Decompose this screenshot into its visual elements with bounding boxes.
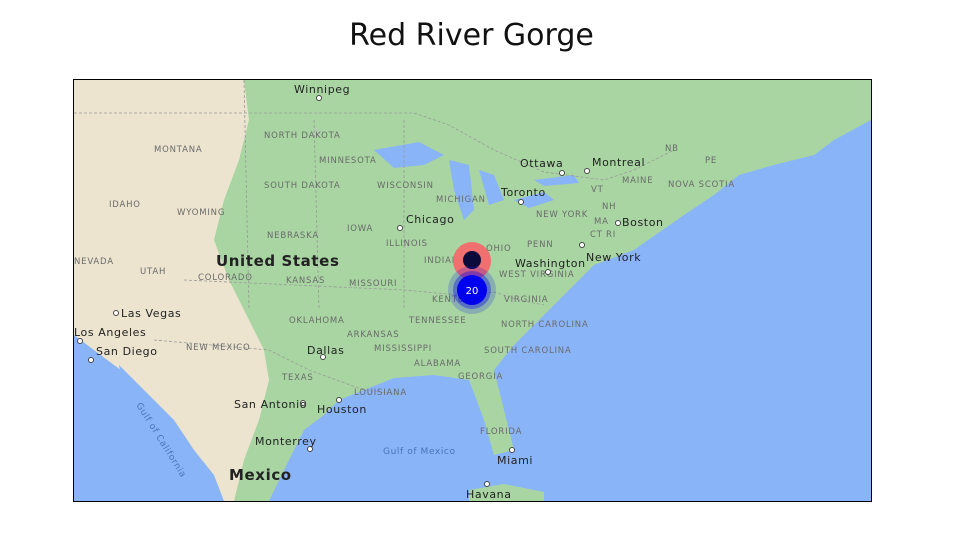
- state-label: RI: [606, 230, 616, 240]
- water-label-gulf-of-mexico: Gulf of Mexico: [383, 447, 456, 457]
- city-label: Winnipeg: [294, 83, 350, 96]
- state-label: NEVADA: [74, 257, 114, 267]
- state-label: WEST VIRGINIA: [499, 270, 574, 280]
- city-label: Los Angeles: [74, 326, 146, 339]
- city-label: Houston: [317, 403, 367, 416]
- state-label: SOUTH CAROLINA: [484, 346, 572, 356]
- state-label: MONTANA: [154, 145, 203, 155]
- state-label: VIRGINIA: [504, 295, 548, 305]
- state-label: MAINE: [622, 176, 653, 186]
- state-label: ILLINOIS: [386, 239, 428, 249]
- city-label: New York: [586, 251, 641, 264]
- cluster-marker[interactable]: 20: [448, 266, 496, 314]
- state-label: IDAHO: [109, 200, 141, 210]
- state-label: LOUISIANA: [354, 388, 407, 398]
- city-label: Havana: [466, 488, 512, 501]
- city-label: Las Vegas: [121, 307, 181, 320]
- state-label: VT: [591, 185, 604, 195]
- state-label: PENN: [527, 240, 553, 250]
- city-label: Montreal: [592, 156, 645, 169]
- state-label: NB: [665, 144, 679, 154]
- city-label: Boston: [622, 216, 664, 229]
- city-label: San Diego: [96, 345, 158, 358]
- country-label-us: United States: [216, 252, 339, 270]
- state-label: TEXAS: [281, 373, 314, 383]
- cluster-count: 20: [466, 286, 479, 297]
- city-label: San Antonio: [234, 398, 307, 411]
- state-label: MICHIGAN: [436, 195, 486, 205]
- state-label: UTAH: [140, 267, 166, 277]
- state-label: WYOMING: [177, 208, 225, 218]
- state-label: OHIO: [486, 244, 511, 254]
- state-label: IOWA: [347, 224, 373, 234]
- state-label: MINNESOTA: [319, 156, 377, 166]
- city-label: Dallas: [307, 344, 344, 357]
- state-label: GEORGIA: [458, 372, 503, 382]
- country-label-mexico: Mexico: [229, 466, 292, 484]
- state-label: TENNESSEE: [408, 316, 466, 326]
- state-label: NORTH DAKOTA: [264, 131, 341, 141]
- city-label: Chicago: [406, 213, 454, 226]
- state-label: PE: [705, 156, 717, 166]
- city-label: Monterrey: [255, 435, 317, 448]
- state-label: NEBRASKA: [267, 231, 319, 241]
- state-label: NORTH CAROLINA: [501, 320, 589, 330]
- state-label: COLORADO: [198, 273, 253, 283]
- state-label: FLORIDA: [480, 427, 522, 437]
- state-label: MA: [594, 217, 609, 227]
- page-title: Red River Gorge: [349, 18, 594, 53]
- city-label: Miami: [497, 454, 533, 467]
- state-label: OKLAHOMA: [289, 316, 345, 326]
- state-label: WISCONSIN: [377, 181, 434, 191]
- state-label: MISSISSIPPI: [374, 344, 432, 354]
- state-label: NEW YORK: [536, 210, 588, 220]
- state-label: SOUTH DAKOTA: [264, 181, 341, 191]
- city-label: Washington: [515, 257, 586, 270]
- state-label: NEW MEXICO: [186, 343, 251, 353]
- map[interactable]: United States Mexico MONTANA NORTH DAKOT…: [73, 79, 872, 502]
- state-label: CT: [590, 230, 603, 240]
- city-label: Toronto: [500, 186, 546, 199]
- state-label: ALABAMA: [414, 359, 461, 369]
- city-label: Ottawa: [520, 157, 563, 170]
- state-label: ARKANSAS: [347, 330, 399, 340]
- state-label: NH: [602, 202, 616, 212]
- state-label: NOVA SCOTIA: [668, 180, 735, 190]
- state-label: MISSOURI: [349, 279, 397, 289]
- state-label: KANSAS: [286, 276, 325, 286]
